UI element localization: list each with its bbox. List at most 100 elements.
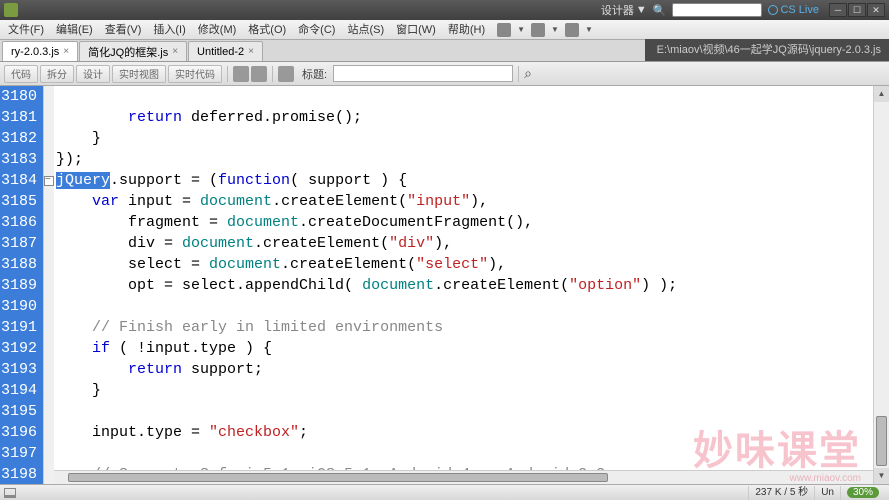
bookmark-icon[interactable]: ⌕ (524, 65, 532, 82)
menu-item-3[interactable]: 插入(I) (147, 20, 191, 40)
scroll-up-arrow[interactable]: ▲ (874, 86, 889, 102)
tab-label: ry-2.0.3.js (11, 46, 59, 58)
line-number-gutter: 3180318131823183318431853186318731883189… (0, 86, 44, 484)
view-mode-button-4[interactable]: 实时代码 (168, 65, 222, 83)
code-line[interactable]: // Finish early in limited environments (56, 317, 889, 338)
menu-item-4[interactable]: 修改(M) (192, 20, 243, 40)
line-number: 3187 (0, 233, 43, 254)
code-line[interactable]: return deferred.promise(); (56, 107, 889, 128)
layout-dropdown[interactable]: 设计器 ▼ (601, 2, 647, 18)
view-mode-button-2[interactable]: 设计 (76, 65, 110, 83)
line-number: 3193 (0, 359, 43, 380)
document-tab-2[interactable]: Untitled-2 × (188, 41, 263, 61)
cslive-label: CS Live (780, 4, 819, 16)
code-line[interactable]: jQuery.support = (function( support ) { (56, 170, 889, 191)
close-icon[interactable]: × (172, 46, 178, 57)
maximize-button[interactable]: ☐ (848, 3, 866, 17)
code-line[interactable]: select = document.createElement("select"… (56, 254, 889, 275)
fold-spacer (44, 275, 54, 296)
toolbar-icon-1[interactable] (497, 23, 511, 37)
status-encoding: Un (814, 486, 840, 500)
line-number: 3183 (0, 149, 43, 170)
refresh-icon[interactable] (278, 66, 294, 82)
horizontal-scroll-thumb[interactable] (68, 473, 608, 482)
view-mode-button-3[interactable]: 实时视图 (112, 65, 166, 83)
close-icon[interactable]: × (248, 46, 254, 57)
fold-toggle[interactable] (44, 170, 54, 191)
code-editor[interactable]: 3180318131823183318431853186318731883189… (0, 86, 889, 484)
search-icon[interactable]: 🔍 (653, 4, 667, 17)
line-number: 3186 (0, 212, 43, 233)
menu-item-0[interactable]: 文件(F) (2, 20, 50, 40)
line-number: 3180 (0, 86, 43, 107)
zoom-indicator[interactable]: 30% (847, 487, 879, 498)
menu-item-1[interactable]: 编辑(E) (50, 20, 99, 40)
chevron-down-icon[interactable]: ▼ (551, 25, 559, 34)
inspect-icon[interactable] (233, 66, 249, 82)
code-line[interactable] (56, 401, 889, 422)
horizontal-scrollbar[interactable] (54, 470, 873, 484)
code-line[interactable]: if ( !input.type ) { (56, 338, 889, 359)
scroll-down-arrow[interactable]: ▼ (874, 468, 889, 484)
menu-item-6[interactable]: 命令(C) (292, 20, 341, 40)
line-number: 3182 (0, 128, 43, 149)
cslive-button[interactable]: CS Live (768, 4, 819, 16)
fold-spacer (44, 86, 54, 107)
window-titlebar: 设计器 ▼ 🔍 CS Live ─ ☐ ✕ (0, 0, 889, 20)
fold-spacer (44, 107, 54, 128)
menu-item-8[interactable]: 窗口(W) (390, 20, 442, 40)
toolbar-icon-2[interactable] (531, 23, 545, 37)
close-icon[interactable]: × (63, 46, 69, 57)
status-panel-icon[interactable] (4, 488, 16, 498)
code-line[interactable]: }); (56, 149, 889, 170)
code-area[interactable]: return deferred.promise(); }});jQuery.su… (54, 86, 889, 484)
menu-item-9[interactable]: 帮助(H) (442, 20, 491, 40)
vertical-scroll-thumb[interactable] (876, 416, 887, 466)
layout-label: 设计器 (601, 2, 634, 18)
minimize-button[interactable]: ─ (829, 3, 847, 17)
line-number: 3185 (0, 191, 43, 212)
view-mode-button-1[interactable]: 拆分 (40, 65, 74, 83)
fold-spacer (44, 317, 54, 338)
code-line[interactable]: } (56, 380, 889, 401)
document-tab-0[interactable]: ry-2.0.3.js × (2, 41, 78, 61)
fold-spacer (44, 212, 54, 233)
code-line[interactable]: div = document.createElement("div"), (56, 233, 889, 254)
close-button[interactable]: ✕ (867, 3, 885, 17)
menu-item-5[interactable]: 格式(O) (242, 20, 292, 40)
document-tab-1[interactable]: 简化JQ的框架.js× (79, 41, 187, 61)
menu-item-7[interactable]: 站点(S) (341, 20, 390, 40)
code-line[interactable] (56, 86, 889, 107)
fold-spacer (44, 443, 54, 464)
chevron-down-icon[interactable]: ▼ (585, 25, 593, 34)
line-number: 3188 (0, 254, 43, 275)
code-line[interactable] (56, 443, 889, 464)
fold-spacer (44, 464, 54, 484)
toolbar-icon-3[interactable] (565, 23, 579, 37)
code-line[interactable]: var input = document.createElement("inpu… (56, 191, 889, 212)
line-number: 3194 (0, 380, 43, 401)
code-line[interactable] (56, 296, 889, 317)
tab-label: Untitled-2 (197, 46, 244, 58)
menu-item-2[interactable]: 查看(V) (99, 20, 148, 40)
code-line[interactable]: return support; (56, 359, 889, 380)
status-bar: 237 K / 5 秒 Un 30% (0, 484, 889, 500)
code-line[interactable]: opt = select.appendChild( document.creat… (56, 275, 889, 296)
title-input[interactable] (333, 65, 513, 82)
chevron-down-icon[interactable]: ▼ (517, 25, 525, 34)
code-line[interactable]: input.type = "checkbox"; (56, 422, 889, 443)
view-mode-button-0[interactable]: 代码 (4, 65, 38, 83)
line-number: 3198 (0, 464, 43, 484)
fold-gutter[interactable] (44, 86, 54, 484)
fold-spacer (44, 128, 54, 149)
code-line[interactable]: fragment = document.createDocumentFragme… (56, 212, 889, 233)
status-position: 237 K / 5 秒 (748, 486, 814, 500)
fold-spacer (44, 296, 54, 317)
line-number: 3195 (0, 401, 43, 422)
titlebar-search-input[interactable] (672, 3, 762, 17)
secondary-toolbar: 代码拆分设计实时视图实时代码 标题: ⌕ (0, 62, 889, 86)
fold-spacer (44, 359, 54, 380)
code-line[interactable]: } (56, 128, 889, 149)
tool-icon-a[interactable] (251, 66, 267, 82)
vertical-scrollbar[interactable]: ▲ ▼ (873, 86, 889, 484)
